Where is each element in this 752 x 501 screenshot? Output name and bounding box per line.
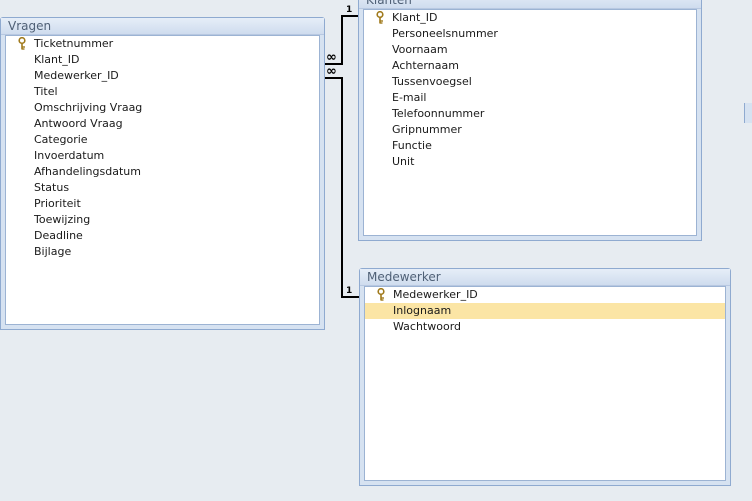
many-label-klant: ∞: [326, 50, 337, 65]
field-rows-klanten: Klant_ID Personeelsnummer Voornaam Achterna…: [364, 10, 696, 170]
field-label: Afhandelingsdatum: [34, 165, 141, 178]
many-label-medewerker: ∞: [326, 64, 337, 79]
key-icon: [17, 36, 27, 50]
table-title-medewerker[interactable]: Medewerker: [360, 269, 730, 286]
field-label: E-mail: [392, 91, 427, 104]
field-row[interactable]: Bijlage: [6, 244, 319, 260]
field-label: Bijlage: [34, 245, 72, 258]
field-row[interactable]: Categorie: [6, 132, 319, 148]
field-row[interactable]: Klant_ID: [6, 52, 319, 68]
field-row[interactable]: Achternaam: [364, 58, 696, 74]
field-row[interactable]: Inlognaam: [365, 303, 725, 319]
key-icon: [375, 10, 385, 24]
field-label: Klant_ID: [34, 53, 80, 66]
table-medewerker[interactable]: Medewerker Medewerker_ID Inlognaam Wachtwo…: [359, 268, 731, 486]
field-rows-medewerker: Medewerker_ID Inlognaam Wachtwoord: [365, 287, 725, 335]
one-label-klant: 1: [346, 5, 353, 15]
field-label: Personeelsnummer: [392, 27, 498, 40]
field-row[interactable]: Ticketnummer: [6, 36, 319, 52]
field-label: Medewerker_ID: [34, 69, 119, 82]
field-label: Invoerdatum: [34, 149, 105, 162]
field-row[interactable]: Klant_ID: [364, 10, 696, 26]
field-label: Medewerker_ID: [393, 288, 478, 301]
key-icon: [376, 287, 386, 301]
field-label: Klant_ID: [392, 11, 438, 24]
field-row[interactable]: Medewerker_ID: [365, 287, 725, 303]
field-row[interactable]: E-mail: [364, 90, 696, 106]
field-row[interactable]: Status: [6, 180, 319, 196]
field-row[interactable]: Functie: [364, 138, 696, 154]
field-label: Achternaam: [392, 59, 459, 72]
field-label: Wachtwoord: [393, 320, 462, 333]
field-row[interactable]: Invoerdatum: [6, 148, 319, 164]
field-row[interactable]: Antwoord Vraag: [6, 116, 319, 132]
field-list-vragen[interactable]: Ticketnummer Klant_ID Medewerker_ID Titel Om…: [5, 35, 320, 325]
field-label: Categorie: [34, 133, 88, 146]
field-row[interactable]: Titel: [6, 84, 319, 100]
field-row[interactable]: Personeelsnummer: [364, 26, 696, 42]
field-label: Deadline: [34, 229, 83, 242]
field-label: Tussenvoegsel: [392, 75, 472, 88]
field-list-klanten[interactable]: Klant_ID Personeelsnummer Voornaam Achterna…: [363, 9, 697, 236]
field-row[interactable]: Voornaam: [364, 42, 696, 58]
one-label-medewerker: 1: [346, 286, 353, 296]
field-label: Prioriteit: [34, 197, 81, 210]
field-row[interactable]: Prioriteit: [6, 196, 319, 212]
table-vragen[interactable]: Vragen Ticketnummer Klant_ID Medewerker_ID…: [0, 17, 325, 330]
table-title-vragen[interactable]: Vragen: [1, 18, 324, 35]
field-label: Unit: [392, 155, 415, 168]
field-row[interactable]: Afhandelingsdatum: [6, 164, 319, 180]
field-row[interactable]: Omschrijving Vraag: [6, 100, 319, 116]
field-label: Ticketnummer: [34, 37, 114, 50]
field-label: Titel: [34, 85, 58, 98]
field-label: Voornaam: [392, 43, 448, 56]
relation-line-medewerker[interactable]: [324, 77, 359, 298]
field-row[interactable]: Deadline: [6, 228, 319, 244]
field-row[interactable]: Medewerker_ID: [6, 68, 319, 84]
field-label: Gripnummer: [392, 123, 462, 136]
field-label: Antwoord Vraag: [34, 117, 123, 130]
field-row[interactable]: Toewijzing: [6, 212, 319, 228]
field-list-medewerker[interactable]: Medewerker_ID Inlognaam Wachtwoord: [364, 286, 726, 481]
field-row[interactable]: Wachtwoord: [365, 319, 725, 335]
field-label: Toewijzing: [34, 213, 91, 226]
table-title-klanten[interactable]: Klanten: [359, 0, 701, 9]
field-row[interactable]: Tussenvoegsel: [364, 74, 696, 90]
field-row[interactable]: Gripnummer: [364, 122, 696, 138]
field-label: Inlognaam: [393, 304, 452, 317]
partial-table-edge: [744, 103, 752, 123]
field-row[interactable]: Unit: [364, 154, 696, 170]
field-rows-vragen: Ticketnummer Klant_ID Medewerker_ID Titel Om…: [6, 36, 319, 260]
field-label: Status: [34, 181, 70, 194]
field-label: Omschrijving Vraag: [34, 101, 143, 114]
table-klanten[interactable]: Klanten Klant_ID Personeelsnummer Voornaam…: [358, 0, 702, 241]
field-label: Telefoonnummer: [392, 107, 485, 120]
field-label: Functie: [392, 139, 432, 152]
field-row[interactable]: Telefoonnummer: [364, 106, 696, 122]
